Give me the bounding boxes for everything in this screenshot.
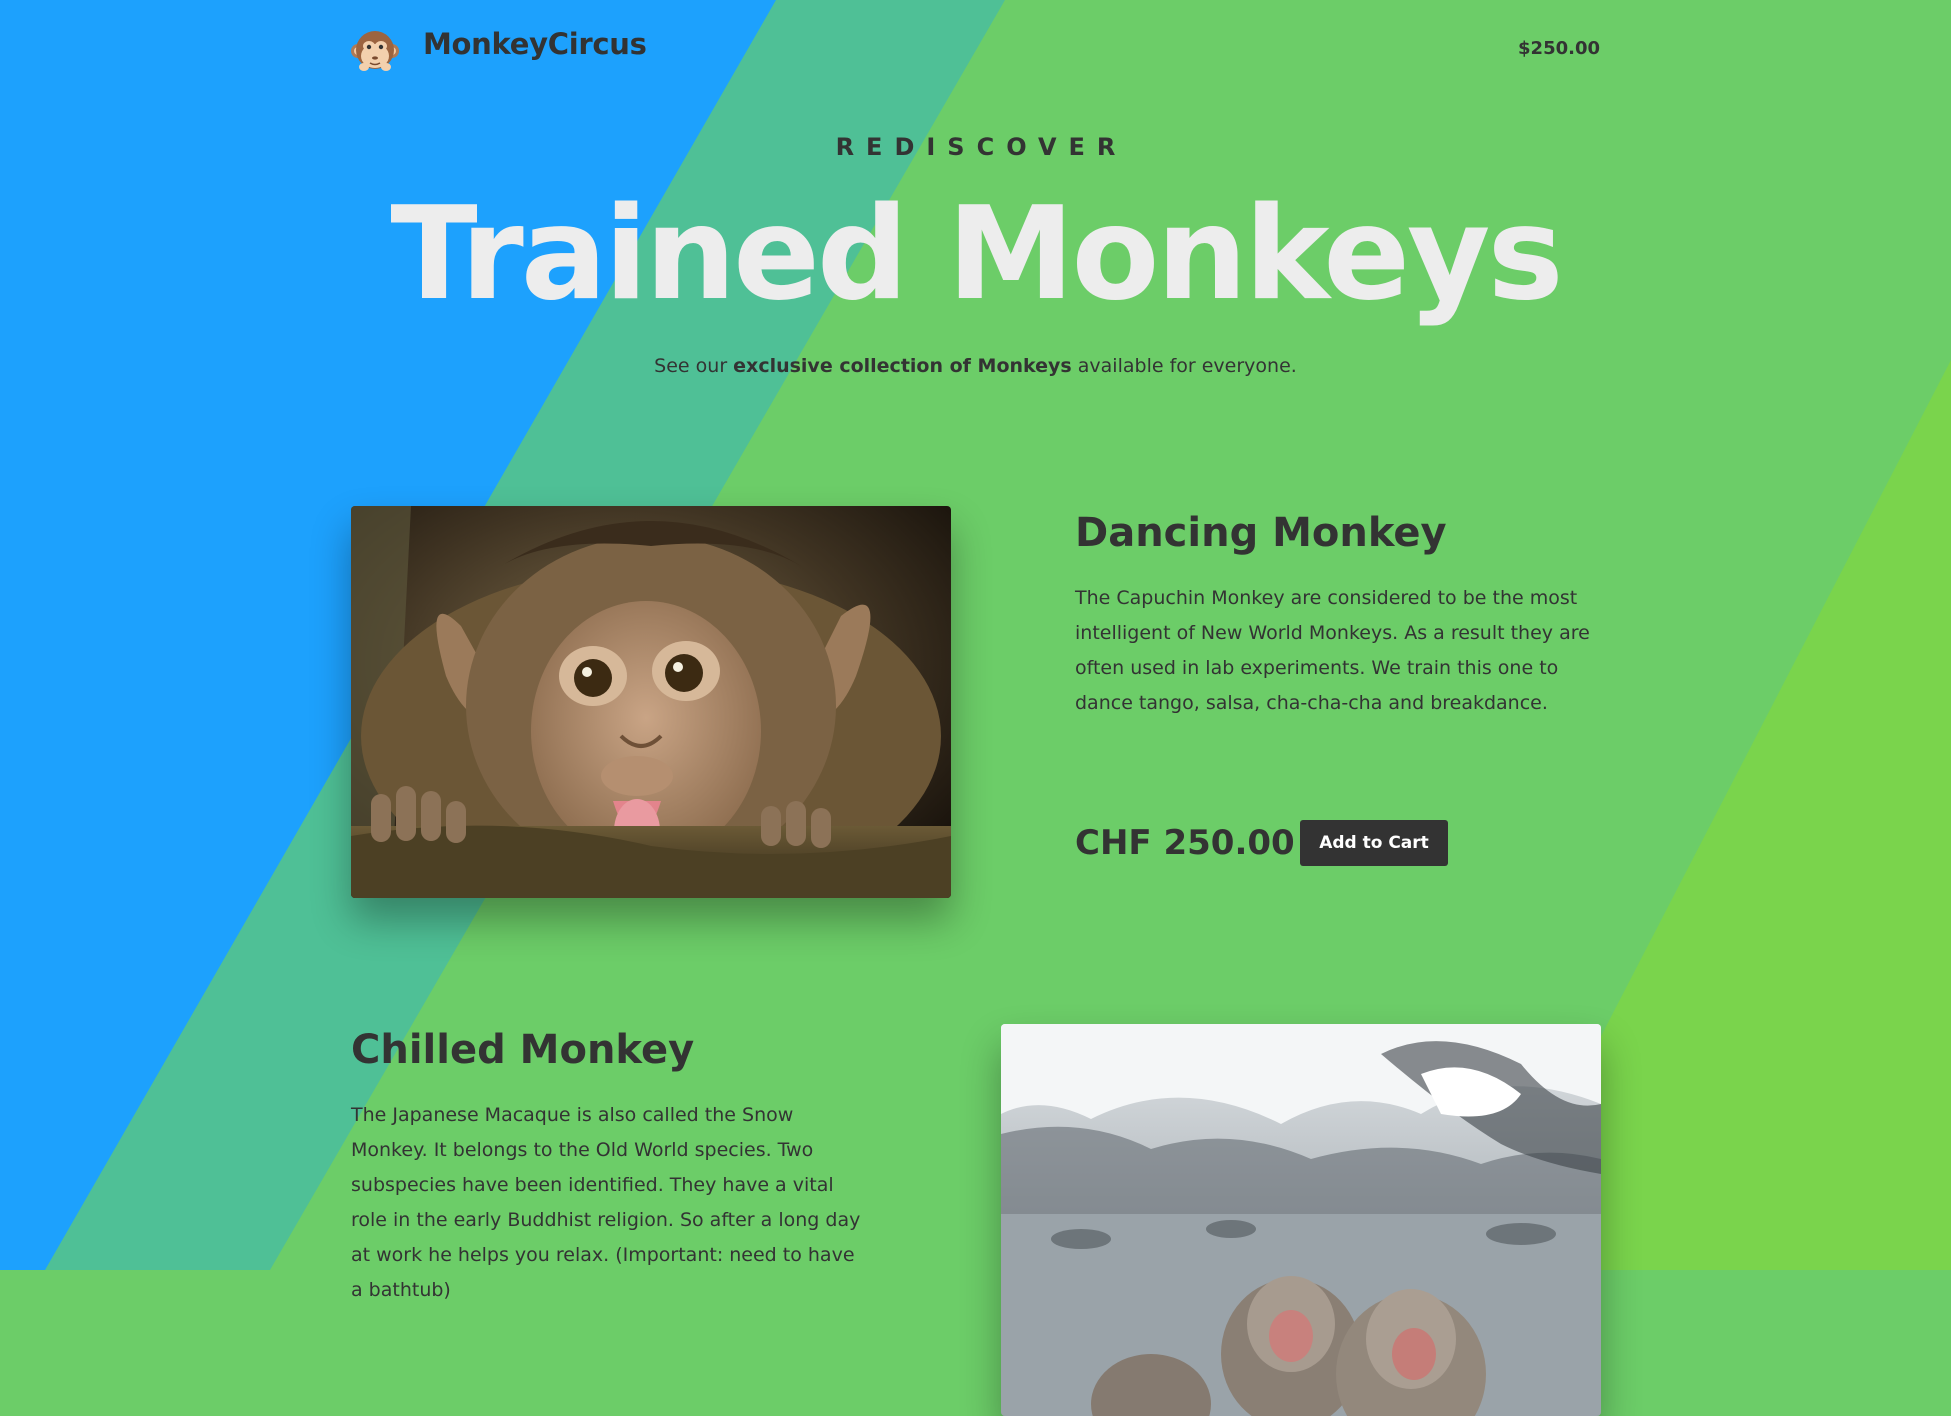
- dancing-monkey-image: [351, 506, 951, 898]
- monkey-face-icon[interactable]: [350, 25, 400, 75]
- hero-subtitle: See our exclusive collection of Monkeys …: [0, 355, 1951, 377]
- product-description: The Capuchin Monkey are considered to be…: [1075, 587, 1590, 714]
- hero-eyebrow: REDISCOVER: [835, 133, 1128, 161]
- hero-subtitle-post: available for everyone.: [1071, 355, 1297, 377]
- brand-name[interactable]: MonkeyCircus: [423, 27, 647, 61]
- hero-subtitle-pre: See our: [654, 355, 734, 377]
- hero-subtitle-bold: exclusive collection of Monkeys: [733, 355, 1072, 377]
- product-title: Dancing Monkey: [1075, 510, 1447, 556]
- page: MonkeyCircus $250.00 REDISCOVER Trained …: [0, 0, 1951, 1416]
- product-price: CHF 250.00: [1075, 823, 1295, 863]
- chilled-monkey-image: [1001, 1024, 1601, 1416]
- product-description: The Japanese Macaque is also called the …: [351, 1104, 861, 1301]
- product-title: Chilled Monkey: [351, 1027, 695, 1073]
- hero-title: Trained Monkeys: [390, 180, 1563, 329]
- add-to-cart-button[interactable]: Add to Cart: [1300, 820, 1448, 866]
- cart-total[interactable]: $250.00: [1518, 38, 1600, 59]
